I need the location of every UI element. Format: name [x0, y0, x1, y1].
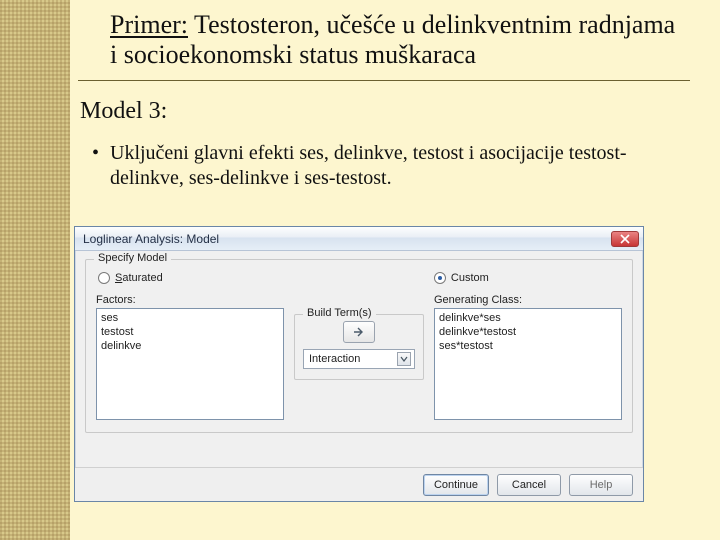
- list-item[interactable]: testost: [101, 325, 279, 339]
- dialog-titlebar[interactable]: Loglinear Analysis: Model: [75, 227, 643, 251]
- term-type-select[interactable]: Interaction: [303, 349, 415, 369]
- slide-title: Primer: Testosteron, učešće u delinkvent…: [110, 10, 680, 70]
- transfer-right-button[interactable]: [343, 321, 375, 343]
- build-terms-legend: Build Term(s): [303, 307, 376, 319]
- list-item[interactable]: ses: [101, 311, 279, 325]
- list-item[interactable]: delinkve*testost: [439, 325, 617, 339]
- arrow-right-icon: [353, 327, 365, 337]
- radio-dot-icon: [434, 272, 446, 284]
- dialog-footer: Continue Cancel Help: [75, 467, 643, 501]
- cancel-button[interactable]: Cancel: [497, 474, 561, 496]
- slide-bullet: Uključeni glavni efekti ses, delinkve, t…: [110, 141, 670, 191]
- slide-subheading: Model 3:: [80, 98, 720, 125]
- slide-title-rest: Testosteron, učešće u delinkventnim radn…: [110, 10, 675, 69]
- factors-label: Factors:: [96, 294, 284, 306]
- slide-divider: [78, 80, 690, 81]
- list-item[interactable]: delinkve: [101, 339, 279, 353]
- radio-saturated[interactable]: Saturated: [98, 272, 163, 284]
- factors-listbox[interactable]: ses testost delinkve: [96, 308, 284, 420]
- help-button[interactable]: Help: [569, 474, 633, 496]
- slide-title-key: Primer:: [110, 10, 188, 39]
- generating-class-label: Generating Class:: [434, 294, 622, 306]
- build-terms-group: Build Term(s) Interaction: [294, 314, 424, 380]
- radio-saturated-label: Saturated: [115, 272, 163, 284]
- chevron-down-icon: [397, 352, 411, 366]
- radio-custom[interactable]: Custom: [434, 272, 489, 284]
- generating-class-listbox[interactable]: delinkve*ses delinkve*testost ses*testos…: [434, 308, 622, 420]
- list-item[interactable]: ses*testost: [439, 339, 617, 353]
- list-item[interactable]: delinkve*ses: [439, 311, 617, 325]
- specify-model-group: Specify Model Saturated Custom Factors:: [85, 259, 633, 433]
- loglinear-model-dialog: Loglinear Analysis: Model Specify Model …: [74, 226, 644, 502]
- specify-model-legend: Specify Model: [94, 252, 171, 264]
- radio-dot-icon: [98, 272, 110, 284]
- term-type-value: Interaction: [309, 353, 360, 365]
- dialog-title: Loglinear Analysis: Model: [83, 232, 219, 246]
- close-button[interactable]: [611, 231, 639, 247]
- close-icon: [620, 234, 630, 244]
- radio-custom-label: Custom: [451, 272, 489, 284]
- continue-button[interactable]: Continue: [423, 474, 489, 496]
